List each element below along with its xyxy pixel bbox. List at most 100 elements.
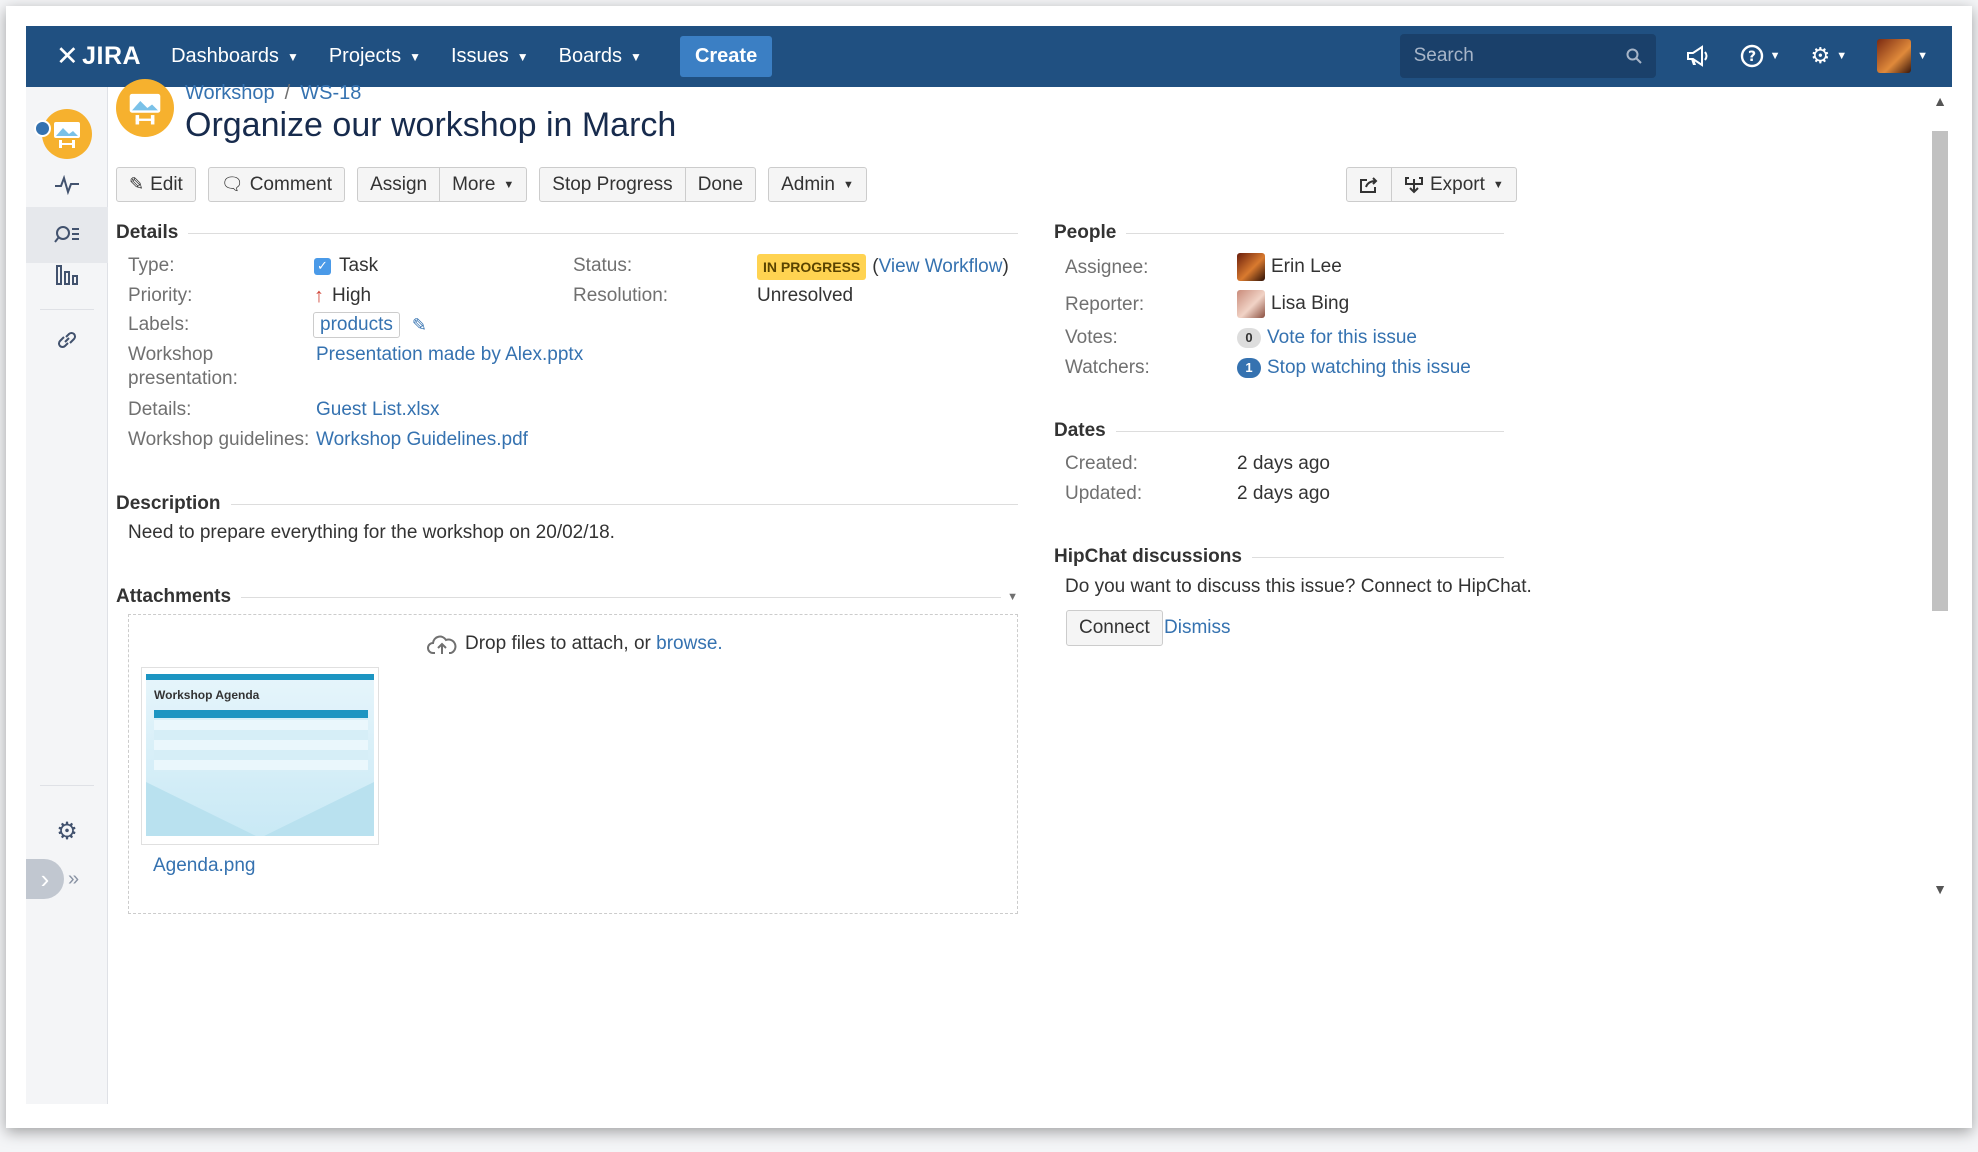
sidebar-item-reports[interactable]: [26, 247, 108, 303]
workshop-guidelines-link[interactable]: Workshop Guidelines.pdf: [316, 428, 528, 452]
done-button[interactable]: Done: [685, 167, 757, 202]
settings-button[interactable]: ⚙ ▼: [1810, 43, 1847, 69]
scroll-down-arrow-icon[interactable]: ▼: [1928, 881, 1952, 897]
attachments-options-chevron-icon[interactable]: ▼: [1007, 591, 1018, 603]
heading-rule: [188, 232, 1018, 234]
share-button[interactable]: [1346, 167, 1392, 202]
nav-issues[interactable]: Issues ▼: [451, 45, 529, 68]
megaphone-icon: [1686, 45, 1708, 67]
agenda-preview-image: Workshop Agenda: [146, 674, 374, 836]
workshop-guidelines-label: Workshop guidelines:: [128, 429, 310, 450]
comment-bubble-icon: 🗨: [220, 174, 244, 194]
preview-table: [154, 710, 368, 772]
sidebar-divider: [40, 309, 94, 310]
edit-labels-pencil-icon[interactable]: ✎: [412, 313, 427, 337]
watchers-count-badge: 1: [1237, 358, 1261, 378]
workshop-presentation-link[interactable]: Presentation made by Alex.pptx: [316, 343, 583, 367]
project-avatar[interactable]: [42, 109, 92, 159]
sidebar-item-project-settings[interactable]: ⚙: [26, 803, 108, 859]
comment-group: 🗨 Comment: [207, 167, 346, 202]
vertical-scrollbar[interactable]: ▲ ▼: [1928, 87, 1952, 1104]
edit-button[interactable]: ✎ Edit: [116, 167, 196, 202]
breadcrumb-separator: /: [284, 82, 291, 104]
people-section-heading[interactable]: People: [1054, 222, 1504, 244]
hipchat-section-heading[interactable]: HipChat discussions: [1054, 546, 1504, 568]
stop-watching-link[interactable]: Stop watching this issue: [1267, 356, 1471, 380]
chevron-right-icon: ›: [26, 859, 64, 899]
admin-button-label: Admin: [781, 173, 835, 195]
watchers-label: Watchers:: [1065, 357, 1150, 378]
assign-more-group: Assign More ▼: [357, 167, 528, 202]
attachment-dropzone[interactable]: Drop files to attach, or browse. Worksho…: [128, 614, 1018, 914]
nav-projects[interactable]: Projects ▼: [329, 45, 421, 68]
label-tag-products[interactable]: products: [313, 312, 400, 338]
guest-list-link[interactable]: Guest List.xlsx: [316, 398, 440, 422]
breadcrumb-project-link[interactable]: Workshop: [185, 82, 275, 105]
user-profile-button[interactable]: ▼: [1877, 39, 1928, 73]
more-button-label: More: [452, 173, 496, 195]
dates-section-heading[interactable]: Dates: [1054, 420, 1504, 442]
attachment-thumbnail[interactable]: Workshop Agenda: [141, 667, 379, 845]
project-type-badge-icon: [34, 120, 51, 137]
breadcrumb-issue-key-link[interactable]: WS-18: [300, 82, 361, 105]
details-section-heading[interactable]: Details: [116, 222, 1018, 244]
sidebar-expand-button[interactable]: › »: [26, 859, 108, 899]
description-text[interactable]: Need to prepare everything for the works…: [128, 521, 615, 545]
edit-button-label: Edit: [150, 173, 183, 195]
sidebar-item-links[interactable]: [26, 312, 108, 368]
workshop-project-icon: [129, 93, 161, 125]
stop-progress-button[interactable]: Stop Progress: [539, 167, 686, 202]
activity-pulse-icon: [55, 175, 79, 195]
notifications-button[interactable]: [1686, 45, 1710, 67]
details-heading-text: Details: [116, 222, 179, 243]
scroll-up-arrow-icon[interactable]: ▲: [1928, 93, 1952, 109]
scrollbar-thumb[interactable]: [1932, 131, 1948, 611]
hipchat-heading-text: HipChat discussions: [1054, 546, 1242, 567]
issue-project-avatar[interactable]: [116, 79, 174, 137]
nav-dashboards[interactable]: Dashboards ▼: [171, 45, 299, 68]
vote-link[interactable]: Vote for this issue: [1267, 326, 1417, 350]
nav-issues-label: Issues: [450, 45, 509, 67]
comment-button[interactable]: 🗨 Comment: [207, 167, 346, 202]
votes-count-badge: 0: [1237, 328, 1261, 348]
created-label: Created:: [1065, 453, 1138, 474]
issue-title[interactable]: Organize our workshop in March: [185, 106, 676, 145]
heading-rule: [1126, 232, 1504, 234]
priority-high-arrow-icon: ↑: [314, 285, 324, 307]
heading-rule: [1251, 556, 1504, 558]
drop-files-text: Drop files to attach, or browse.: [427, 633, 723, 655]
dismiss-link[interactable]: Dismiss: [1164, 616, 1231, 640]
admin-button[interactable]: Admin ▼: [768, 167, 867, 202]
jira-app: ✕ JIRA Dashboards ▼ Projects ▼ Issues ▼ Boa…: [26, 26, 1952, 1104]
chevron-down-icon: ▼: [516, 49, 529, 64]
assignee-label: Assignee:: [1065, 257, 1149, 278]
browse-link[interactable]: browse.: [656, 633, 723, 655]
status-label: Status:: [573, 255, 633, 276]
search-icon: [1626, 48, 1642, 64]
admin-group: Admin ▼: [768, 167, 867, 202]
more-button[interactable]: More ▼: [440, 167, 528, 202]
jira-logo[interactable]: ✕ JIRA: [56, 41, 141, 72]
chevron-down-icon: ▼: [842, 178, 854, 191]
assignee-value[interactable]: Erin Lee: [1237, 253, 1342, 281]
preview-table-header: [154, 710, 368, 718]
sidebar-item-activity[interactable]: [26, 157, 108, 213]
create-button[interactable]: Create: [679, 36, 773, 77]
attachment-filename-link[interactable]: Agenda.png: [153, 855, 256, 877]
chevron-down-icon: ▼: [1769, 50, 1781, 62]
search-placeholder: Search: [1413, 45, 1474, 66]
attachments-section-heading[interactable]: Attachments ▼: [116, 586, 1018, 608]
chevron-down-icon: ▼: [286, 49, 299, 64]
export-button[interactable]: Export ▼: [1392, 167, 1517, 202]
reporter-value[interactable]: Lisa Bing: [1237, 290, 1349, 318]
description-section-heading[interactable]: Description: [116, 493, 1018, 515]
sidebar-divider: [40, 785, 94, 786]
view-workflow-link[interactable]: View Workflow: [879, 255, 1003, 279]
search-input[interactable]: Search: [1399, 34, 1656, 78]
nav-boards[interactable]: Boards ▼: [559, 45, 642, 68]
connect-button[interactable]: Connect: [1066, 610, 1163, 646]
help-button[interactable]: ? ▼: [1740, 44, 1781, 68]
assign-button[interactable]: Assign: [357, 167, 441, 202]
share-icon: [1360, 176, 1378, 193]
assignee-name: Erin Lee: [1271, 256, 1342, 277]
